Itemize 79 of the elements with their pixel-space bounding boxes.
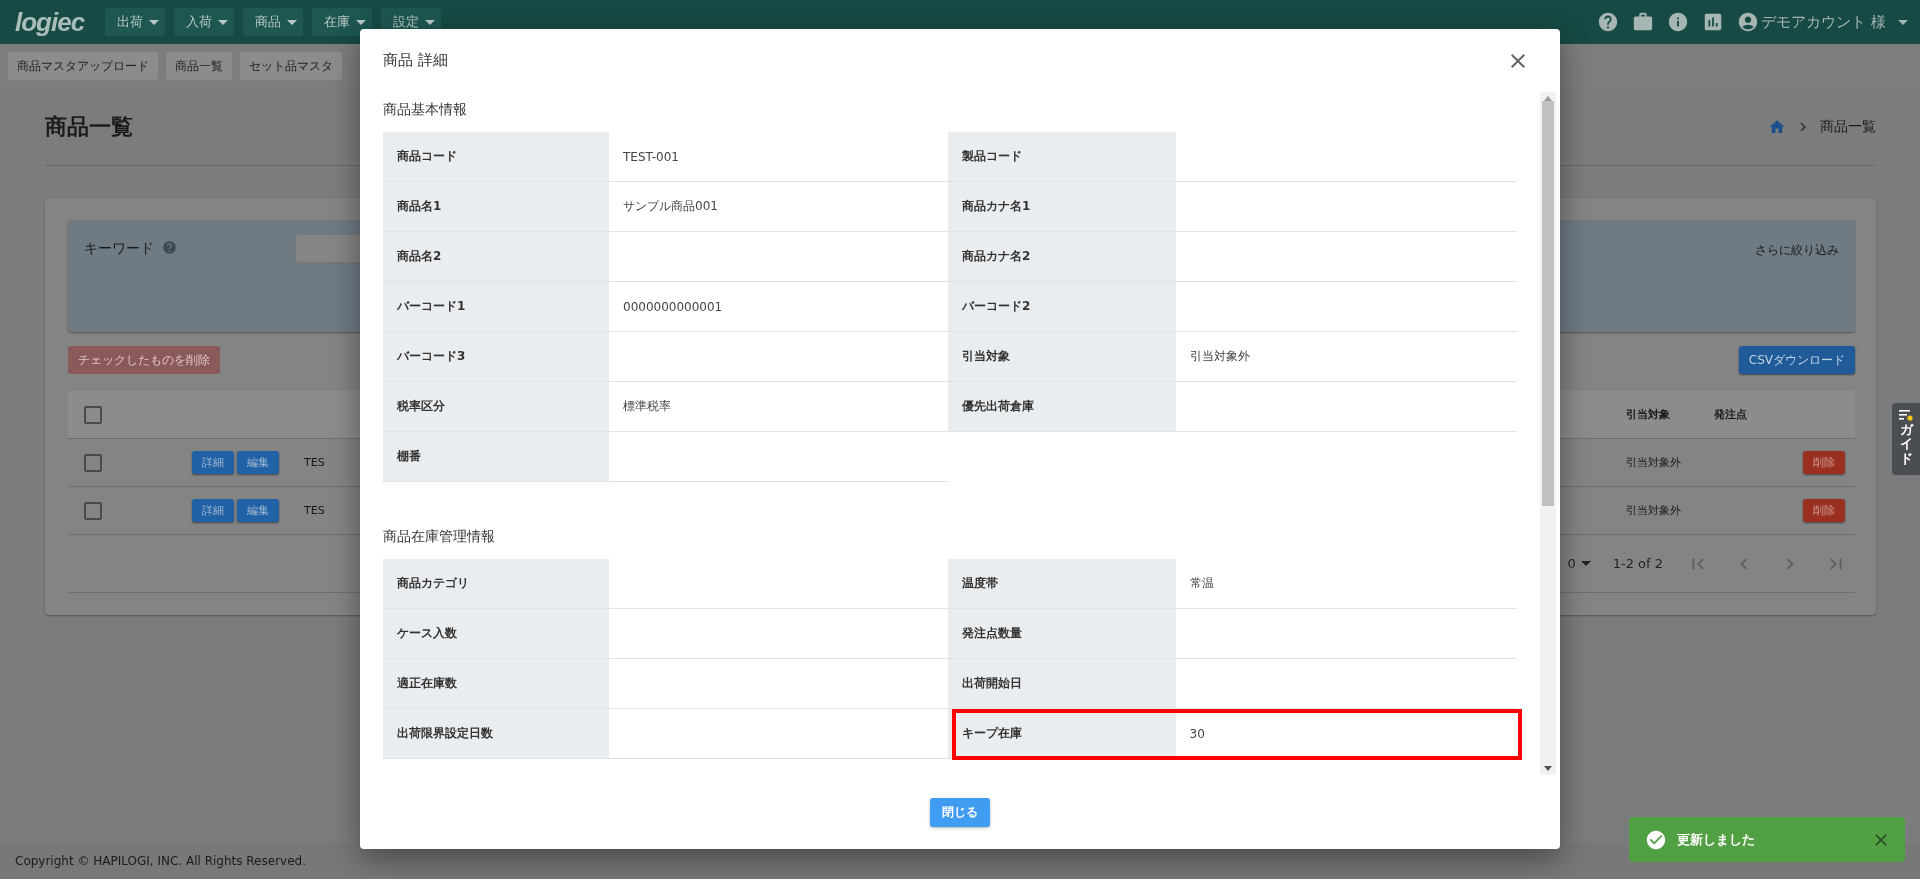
field-label: 製品コード xyxy=(948,132,1176,181)
field-label: 出荷開始日 xyxy=(948,659,1176,708)
field-label: 発注点数量 xyxy=(948,609,1176,658)
detail-button[interactable]: 詳細 xyxy=(192,451,234,474)
field-label: 優先出荷倉庫 xyxy=(948,382,1176,431)
toast-message: 更新しました xyxy=(1677,830,1756,849)
field-label: 出荷限界設定日数 xyxy=(383,709,609,758)
info-icon[interactable] xyxy=(1667,11,1690,33)
checkbox[interactable] xyxy=(84,501,102,520)
nav-menu[interactable]: 入荷 xyxy=(174,8,235,36)
account-icon xyxy=(1737,11,1760,33)
field-value: 引当対象外 xyxy=(1188,348,1251,365)
field-label: 税率区分 xyxy=(383,382,609,431)
breadcrumb-item: 商品一覧 xyxy=(1820,117,1876,136)
caret-icon xyxy=(1580,561,1591,566)
field-label: 商品コード xyxy=(383,132,609,181)
caret-icon xyxy=(149,19,160,25)
table-cell-text: 引当対象外 xyxy=(1626,503,1682,518)
field-label: 商品カナ名1 xyxy=(948,182,1176,231)
field-value: TEST-001 xyxy=(622,148,680,166)
field-label: 商品カナ名2 xyxy=(948,232,1176,281)
subnav-button[interactable]: 商品マスタアップロード xyxy=(8,52,158,80)
caret-icon xyxy=(356,19,367,25)
field-label: バーコード2 xyxy=(948,282,1176,331)
checkbox[interactable] xyxy=(84,405,102,424)
table-cell-text: 引当対象外 xyxy=(1626,455,1682,470)
guide-tab[interactable]: ガイド xyxy=(1892,403,1920,475)
account-menu[interactable]: デモアカウント 様 xyxy=(1737,11,1908,33)
field-value: 常温 xyxy=(1188,575,1215,592)
delete-button[interactable]: 削除 xyxy=(1803,499,1845,522)
rows-per-page-select[interactable]: 0 xyxy=(1567,556,1591,571)
column-header: 引当対象 xyxy=(1626,407,1671,422)
field-label: 商品名2 xyxy=(383,232,609,281)
section-heading: 商品基本情報 xyxy=(383,100,468,119)
caret-icon xyxy=(425,19,436,25)
caret-icon xyxy=(1898,19,1908,25)
edit-button[interactable]: 編集 xyxy=(237,451,279,474)
caret-icon xyxy=(218,19,229,25)
delete-button[interactable]: 削除 xyxy=(1803,451,1845,474)
filter-icon xyxy=(1899,409,1913,421)
page-range: 1-2 of 2 xyxy=(1612,556,1663,571)
field-label: 適正在庫数 xyxy=(383,659,609,708)
scrollbar[interactable] xyxy=(1540,92,1556,775)
logo: logiec xyxy=(15,6,85,38)
copyright-text: Copyright © HAPILOGI, INC. All Rights Reserved. xyxy=(15,854,306,868)
checkbox[interactable] xyxy=(84,453,102,472)
field-label: 棚番 xyxy=(383,432,609,481)
field-label: 温度帯 xyxy=(948,559,1176,608)
briefcase-icon[interactable] xyxy=(1632,11,1655,33)
field-label: 引当対象 xyxy=(948,332,1176,381)
field-label: 商品カテゴリ xyxy=(383,559,609,608)
help-icon xyxy=(162,240,177,255)
keyword-label: キーワード xyxy=(84,240,154,258)
column-header: 発注点 xyxy=(1714,407,1748,422)
help-icon[interactable] xyxy=(1597,11,1620,33)
nav-menu[interactable]: 出荷 xyxy=(105,8,166,36)
detail-button[interactable]: 詳細 xyxy=(192,499,234,522)
csv-download-button[interactable]: CSVダウンロード xyxy=(1738,346,1855,374)
close-button[interactable]: 閉じる xyxy=(930,797,990,827)
caret-icon xyxy=(287,19,298,25)
page-title: 商品一覧 xyxy=(45,112,134,141)
more-filters-link[interactable]: さらに絞り込み xyxy=(1755,242,1839,259)
subnav-button[interactable]: セット品マスタ xyxy=(240,52,342,80)
table-cell-text: TES xyxy=(303,504,326,517)
field-label: バーコード1 xyxy=(383,282,609,331)
subnav-button[interactable]: 商品一覧 xyxy=(166,52,232,80)
nav-menu[interactable]: 商品 xyxy=(243,8,304,36)
field-value: 標準税率 xyxy=(622,398,672,415)
field-value: サンプル商品001 xyxy=(622,198,719,215)
field-label: ケース入数 xyxy=(383,609,609,658)
field-label: バーコード3 xyxy=(383,332,609,381)
dialog-title: 商品 詳細 xyxy=(383,51,448,70)
nav-menu[interactable]: 在庫 xyxy=(312,8,373,36)
field-value: 0000000000001 xyxy=(622,298,724,316)
section-heading: 商品在庫管理情報 xyxy=(383,527,496,546)
field-label: 商品名1 xyxy=(383,182,609,231)
field-value: 30 xyxy=(1188,725,1206,743)
check-icon xyxy=(1645,828,1667,851)
edit-button[interactable]: 編集 xyxy=(237,499,279,522)
